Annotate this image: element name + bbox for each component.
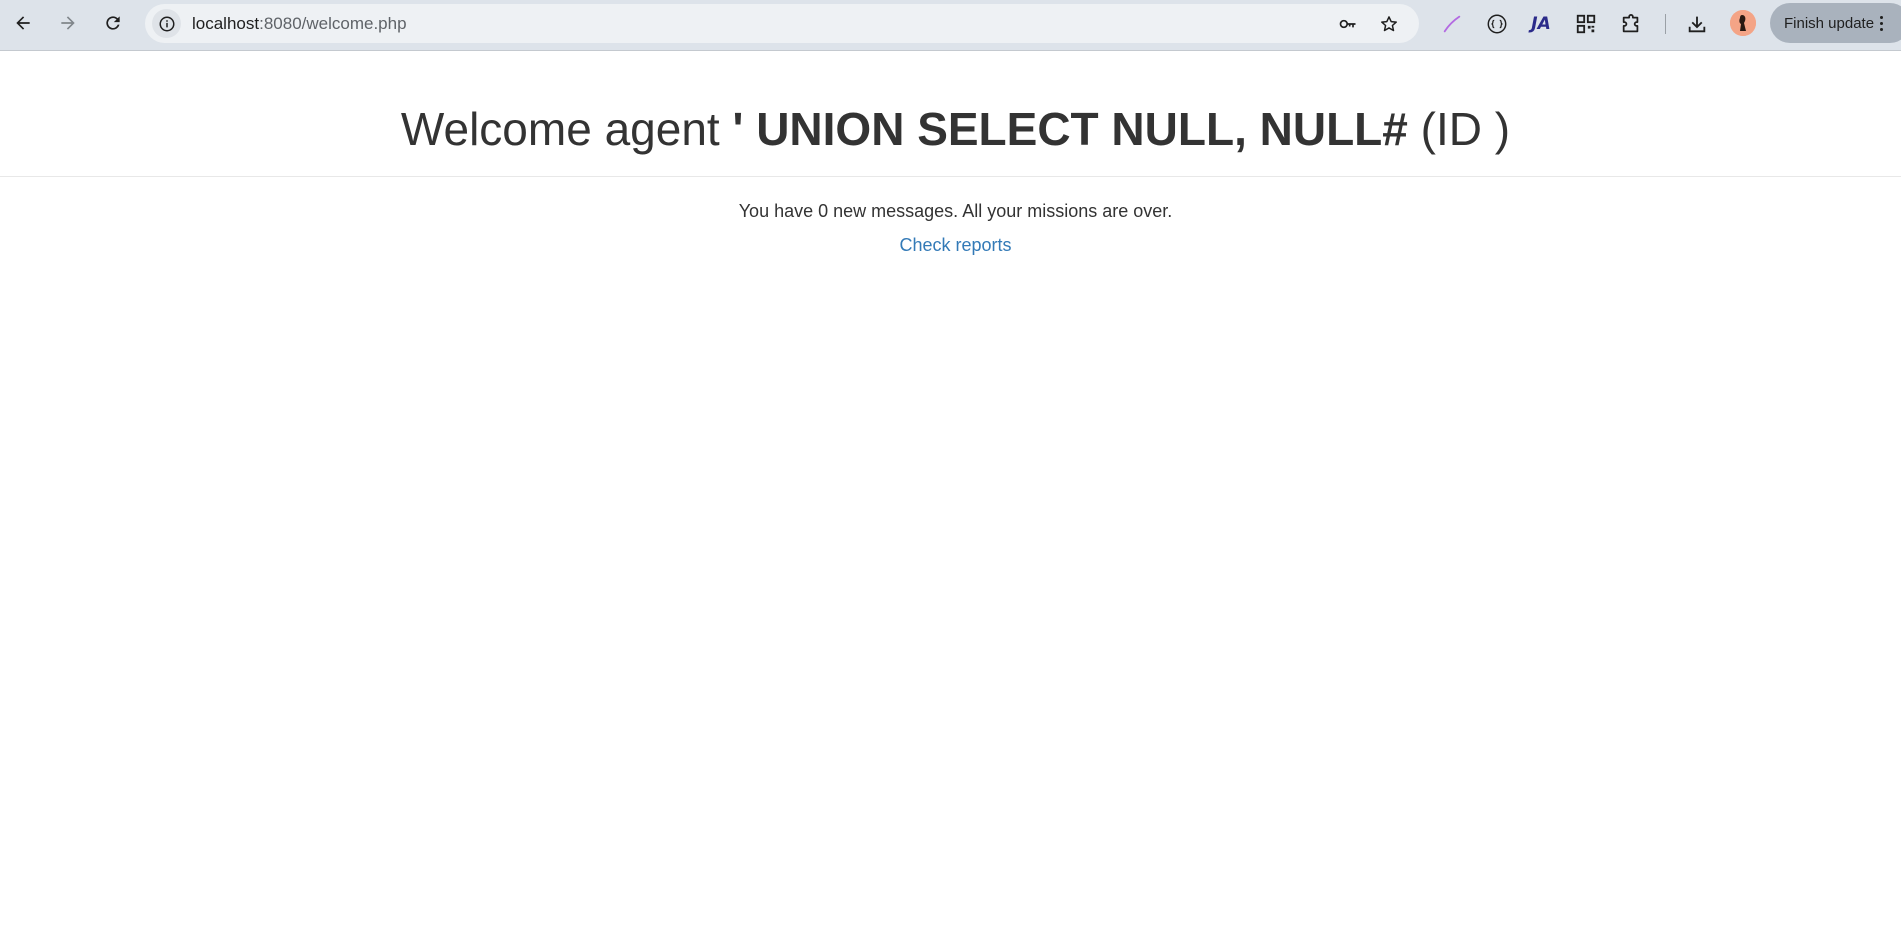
site-info-button[interactable] [152,9,181,38]
star-icon [1381,16,1397,32]
reload-icon [106,16,120,30]
reports-link-container: Check reports [0,233,1901,257]
arrow-left-icon [16,16,30,30]
info-icon [159,16,174,31]
finish-update-label: Finish update [1784,14,1875,32]
url-path: :8080/welcome.php [259,14,407,33]
forward-button[interactable] [51,6,85,40]
more-vertical-icon [1880,15,1884,31]
url-host: localhost [192,14,260,33]
messages-text: You have 0 new messages. All your missio… [738,201,1173,221]
pen-extension-button[interactable] [1437,9,1467,39]
finish-update-button[interactable]: Finish update [1770,3,1901,43]
bookmark-button[interactable] [1376,11,1402,37]
arrow-right-icon [61,16,75,30]
key-icon [1339,19,1356,29]
braces-extension-button[interactable] [1482,9,1512,39]
password-manager-button[interactable] [1335,11,1361,37]
avatar-icon [1730,10,1756,36]
puzzle-icon [1622,13,1639,33]
qr-code-extension-button[interactable] [1571,9,1601,39]
ja-extension-icon: JA [1531,14,1551,34]
agent-id: (ID ) [1407,103,1511,155]
url-text[interactable]: localhost:8080/welcome.php [192,4,407,43]
address-bar[interactable]: localhost:8080/welcome.php [145,4,1419,43]
reload-button[interactable] [96,6,130,40]
page-header: Welcome agent ' UNION SELECT NULL, NULL#… [0,52,1901,177]
extensions-button[interactable] [1616,9,1646,39]
toolbar-divider [1665,14,1666,34]
braces-extension-icon [1487,14,1507,34]
agent-name: ' UNION SELECT NULL, NULL# [732,103,1408,155]
qr-code-extension-icon [1576,14,1596,34]
ja-extension-button[interactable]: JA [1526,9,1556,39]
back-button[interactable] [6,6,40,40]
download-icon [1688,16,1706,33]
welcome-prefix: Welcome agent [400,103,733,155]
welcome-heading: Welcome agent ' UNION SELECT NULL, NULL#… [0,100,1901,158]
pen-extension-icon [1443,15,1461,33]
check-reports-link[interactable]: Check reports [899,235,1011,255]
profile-avatar[interactable] [1730,10,1756,36]
downloads-button[interactable] [1682,9,1712,39]
browser-toolbar: localhost:8080/welcome.php JA Finish upd… [0,0,1901,51]
